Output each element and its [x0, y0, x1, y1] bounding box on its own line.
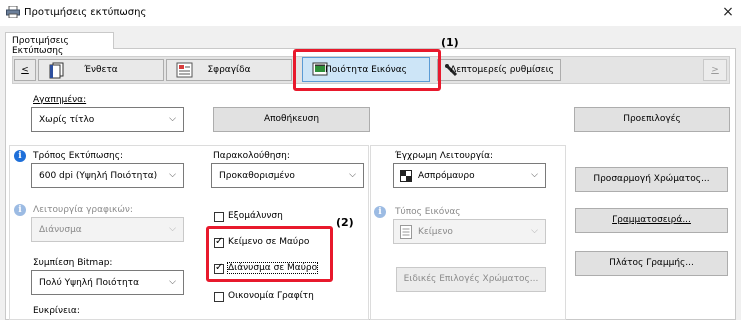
graphics-mode-value: Διάνυσμα: [39, 225, 82, 235]
image-type-label: Τύπος Εικόνας: [395, 207, 461, 217]
save-button[interactable]: Αποθήκευση: [213, 107, 370, 132]
close-icon[interactable]: ×: [718, 2, 738, 22]
info-icon[interactable]: i: [14, 150, 26, 162]
favorites-label: Αγαπημένα:: [33, 95, 87, 105]
color-adjust-button[interactable]: Προσαρμογή Χρώματος...: [575, 167, 728, 192]
image-type-select[interactable]: Κείμενο ⌵: [393, 219, 546, 244]
chevron-down-icon: ⌵: [169, 170, 176, 180]
smoothing-checkbox[interactable]: [214, 212, 224, 222]
print-mode-label: Τρόπος Εκτύπωσης:: [33, 151, 124, 161]
tab-inserts[interactable]: Ένθετα: [38, 59, 164, 81]
smoothing-label: Εξομάλυνση: [228, 211, 283, 221]
callout-label-1: (1): [441, 36, 459, 49]
scroll-left-button[interactable]: <: [14, 59, 36, 81]
info-icon[interactable]: i: [14, 204, 26, 216]
monitoring-label: Παρακολούθηση:: [213, 151, 290, 161]
tab-print-preferences[interactable]: Προτιμήσεις Εκτύπωσης: [5, 32, 114, 56]
line-width-label: Πλάτος Γραμμής...: [609, 258, 694, 268]
toner-save-checkbox[interactable]: [214, 292, 224, 302]
bitmap-compression-label: Συμπίεση Bitmap:: [33, 258, 113, 268]
color-mode-select[interactable]: Ασπρόμαυρο ⌵: [393, 163, 546, 188]
defaults-button[interactable]: Προεπιλογές: [574, 107, 730, 132]
scroll-right-button[interactable]: >: [703, 59, 727, 81]
font-label: Γραμματοσειρά...: [612, 215, 691, 225]
print-mode-select[interactable]: 600 dpi (Υψηλή Ποιότητα) ⌵: [31, 163, 184, 188]
font-button[interactable]: Γραμματοσειρά...: [575, 208, 728, 233]
chevron-left-icon: <: [21, 65, 29, 75]
chevron-down-icon: ⌵: [349, 170, 356, 180]
callout-label-2: (2): [336, 216, 354, 229]
tab-stamp-label: Σφραγίδα: [207, 65, 251, 75]
resolution-label: Ευκρίνεια:: [33, 306, 80, 316]
callout-box-1: [293, 49, 441, 91]
color-adjust-label: Προσαρμογή Χρώματος...: [593, 174, 710, 184]
monitoring-select[interactable]: Προκαθορισμένο ⌵: [211, 163, 364, 188]
favorites-value: Χωρίς τίτλο: [39, 115, 95, 125]
graphics-mode-select[interactable]: Διάνυσμα ⌵: [31, 217, 184, 242]
color-mode-value: Ασπρόμαυρο: [418, 171, 475, 181]
text-document-icon: [400, 225, 412, 242]
favorites-select[interactable]: Χωρίς τίτλο ⌵: [31, 107, 184, 132]
bitmap-compression-value: Πολύ Υψηλή Ποιότητα: [39, 278, 139, 288]
tab-detailed-settings[interactable]: Λεπτομερείς ρυθμίσεις: [437, 59, 561, 81]
chevron-down-icon: ⌵: [169, 114, 176, 124]
tab-stamp[interactable]: Σφραγίδα: [166, 59, 292, 81]
tab-label: Προτιμήσεις Εκτύπωσης: [12, 36, 69, 56]
chevron-right-icon: >: [711, 65, 719, 75]
chevron-down-icon: ⌵: [531, 170, 538, 180]
black-white-icon: [400, 170, 412, 185]
image-type-value: Κείμενο: [418, 227, 453, 237]
print-mode-value: 600 dpi (Υψηλή Ποιότητα): [39, 171, 158, 181]
window-title: Προτιμήσεις εκτύπωσης: [24, 7, 147, 18]
printer-icon: [6, 5, 20, 19]
line-width-button[interactable]: Πλάτος Γραμμής...: [575, 251, 728, 276]
color-mode-label: Έγχρωμη Λειτουργία:: [395, 151, 494, 161]
tab-inserts-label: Ένθετα: [84, 65, 118, 75]
chevron-down-icon: ⌵: [169, 277, 176, 287]
callout-box-2: [206, 226, 333, 282]
chevron-down-icon: ⌵: [531, 226, 538, 236]
advanced-color-label: Ειδικές Επιλογές Χρώματος...: [403, 274, 539, 284]
toner-save-label: Οικονομία Γραφίτη: [228, 291, 314, 301]
defaults-button-label: Προεπιλογές: [623, 114, 681, 124]
monitoring-value: Προκαθορισμένο: [219, 171, 295, 181]
bitmap-compression-select[interactable]: Πολύ Υψηλή Ποιότητα ⌵: [31, 270, 184, 295]
info-icon[interactable]: i: [374, 206, 386, 218]
tab-detailed-settings-label: Λεπτομερείς ρυθμίσεις: [450, 65, 554, 75]
chevron-down-icon: ⌵: [169, 224, 176, 234]
advanced-color-button[interactable]: Ειδικές Επιλογές Χρώματος...: [396, 267, 546, 292]
save-button-label: Αποθήκευση: [263, 114, 320, 124]
graphics-mode-label: Λειτουργία γραφικών:: [33, 205, 133, 215]
